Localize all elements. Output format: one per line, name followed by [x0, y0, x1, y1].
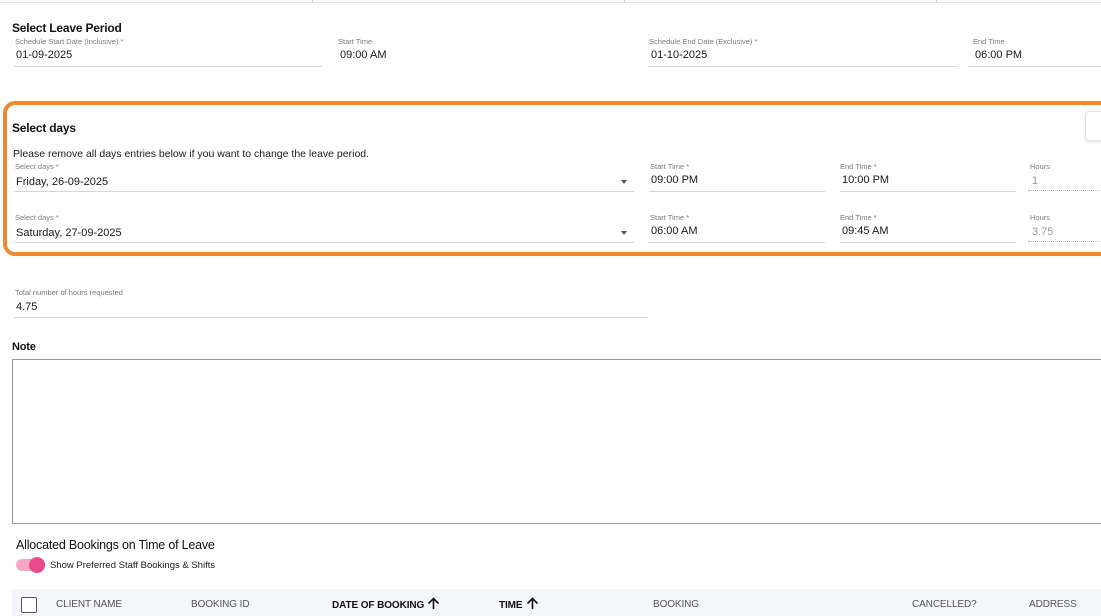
col-address[interactable]: ADDRESS	[1029, 599, 1077, 610]
note-heading: Note	[12, 341, 36, 353]
top-divider	[0, 0, 1101, 3]
total-hours-label: Total number of hours requested	[15, 288, 123, 297]
col-booking[interactable]: BOOKING	[653, 599, 699, 610]
bookings-heading: Allocated Bookings on Time of Leave	[16, 538, 215, 552]
preferred-staff-toggle[interactable]	[16, 557, 45, 573]
col-date-of-booking[interactable]: DATE OF BOOKING	[332, 597, 440, 611]
select-all-checkbox[interactable]	[21, 597, 37, 613]
day-start-time-underline	[649, 191, 825, 192]
col-label: CLIENT NAME	[56, 599, 122, 610]
hours-value: 1	[1032, 175, 1039, 187]
start-time-field[interactable]: 09:00 AM	[340, 49, 386, 61]
col-label: ADDRESS	[1029, 599, 1077, 610]
day-end-time-underline	[840, 242, 1016, 243]
day-start-time-label: Start Time *	[650, 162, 690, 171]
hours-label: Hours	[1030, 213, 1051, 222]
start-date-underline	[14, 66, 322, 67]
note-textarea[interactable]	[12, 359, 1101, 524]
add-day-button[interactable]	[1085, 111, 1101, 141]
day-start-time-field[interactable]: 06:00 AM	[651, 225, 697, 237]
arrow-up-icon	[428, 597, 440, 609]
end-date-field[interactable]: 01-10-2025	[651, 49, 707, 61]
select-days-heading: Select days	[12, 121, 76, 135]
day-select-underline	[14, 242, 634, 243]
end-time-field[interactable]: 06:00 PM	[975, 49, 1022, 61]
end-date-underline	[649, 66, 957, 67]
hours-label: Hours	[1030, 162, 1051, 171]
col-label: CANCELLED?	[912, 599, 977, 610]
total-hours-underline	[14, 317, 647, 318]
day-end-time-field[interactable]: 10:00 PM	[842, 174, 889, 186]
col-label: TIME	[499, 600, 523, 611]
day-start-time-underline	[649, 242, 825, 243]
col-time[interactable]: TIME	[499, 597, 539, 611]
day-select-label: Select days *	[15, 162, 59, 171]
hours-value: 3.75	[1032, 226, 1054, 238]
day-end-time-label: End Time *	[840, 162, 877, 171]
col-label: BOOKING ID	[191, 599, 250, 610]
col-label: DATE OF BOOKING	[332, 600, 425, 611]
end-time-underline	[969, 66, 1101, 67]
toggle-label: Show Preferred Staff Bookings & Shifts	[50, 560, 216, 571]
col-label: BOOKING	[653, 599, 699, 610]
day-end-time-field[interactable]: 09:45 AM	[842, 225, 888, 237]
total-hours-field: 4.75	[16, 301, 38, 313]
select-days-highlight	[3, 101, 1101, 256]
end-time-label: End Time	[973, 37, 1005, 46]
col-client-name[interactable]: CLIENT NAME	[56, 599, 122, 610]
chevron-down-icon[interactable]	[621, 180, 627, 184]
toggle-knob	[29, 557, 45, 573]
start-time-label: Start Time	[338, 37, 373, 46]
end-date-label: Schedule End Date (Exclusive) *	[649, 37, 758, 46]
leave-period-heading: Select Leave Period	[12, 21, 122, 35]
start-date-field[interactable]: 01-09-2025	[16, 49, 72, 61]
arrow-up-icon	[526, 597, 538, 609]
col-booking-id[interactable]: BOOKING ID	[191, 599, 250, 610]
hours-underline	[1028, 190, 1101, 191]
start-date-label: Schedule Start Date (Inclusive) *	[15, 37, 124, 46]
day-select-label: Select days *	[15, 213, 59, 222]
day-end-time-label: End Time *	[840, 213, 877, 222]
day-start-time-field[interactable]: 09:00 PM	[651, 174, 698, 186]
day-start-time-label: Start Time *	[650, 213, 690, 222]
day-select-underline	[14, 191, 634, 192]
hours-underline	[1028, 241, 1101, 242]
col-cancelled[interactable]: CANCELLED?	[912, 599, 977, 610]
day-select[interactable]: Friday, 26-09-2025	[16, 176, 108, 188]
day-end-time-underline	[840, 191, 1016, 192]
day-select[interactable]: Saturday, 27-09-2025	[16, 227, 122, 239]
chevron-down-icon[interactable]	[621, 231, 627, 235]
select-days-hint: Please remove all days entries below if …	[13, 148, 370, 160]
